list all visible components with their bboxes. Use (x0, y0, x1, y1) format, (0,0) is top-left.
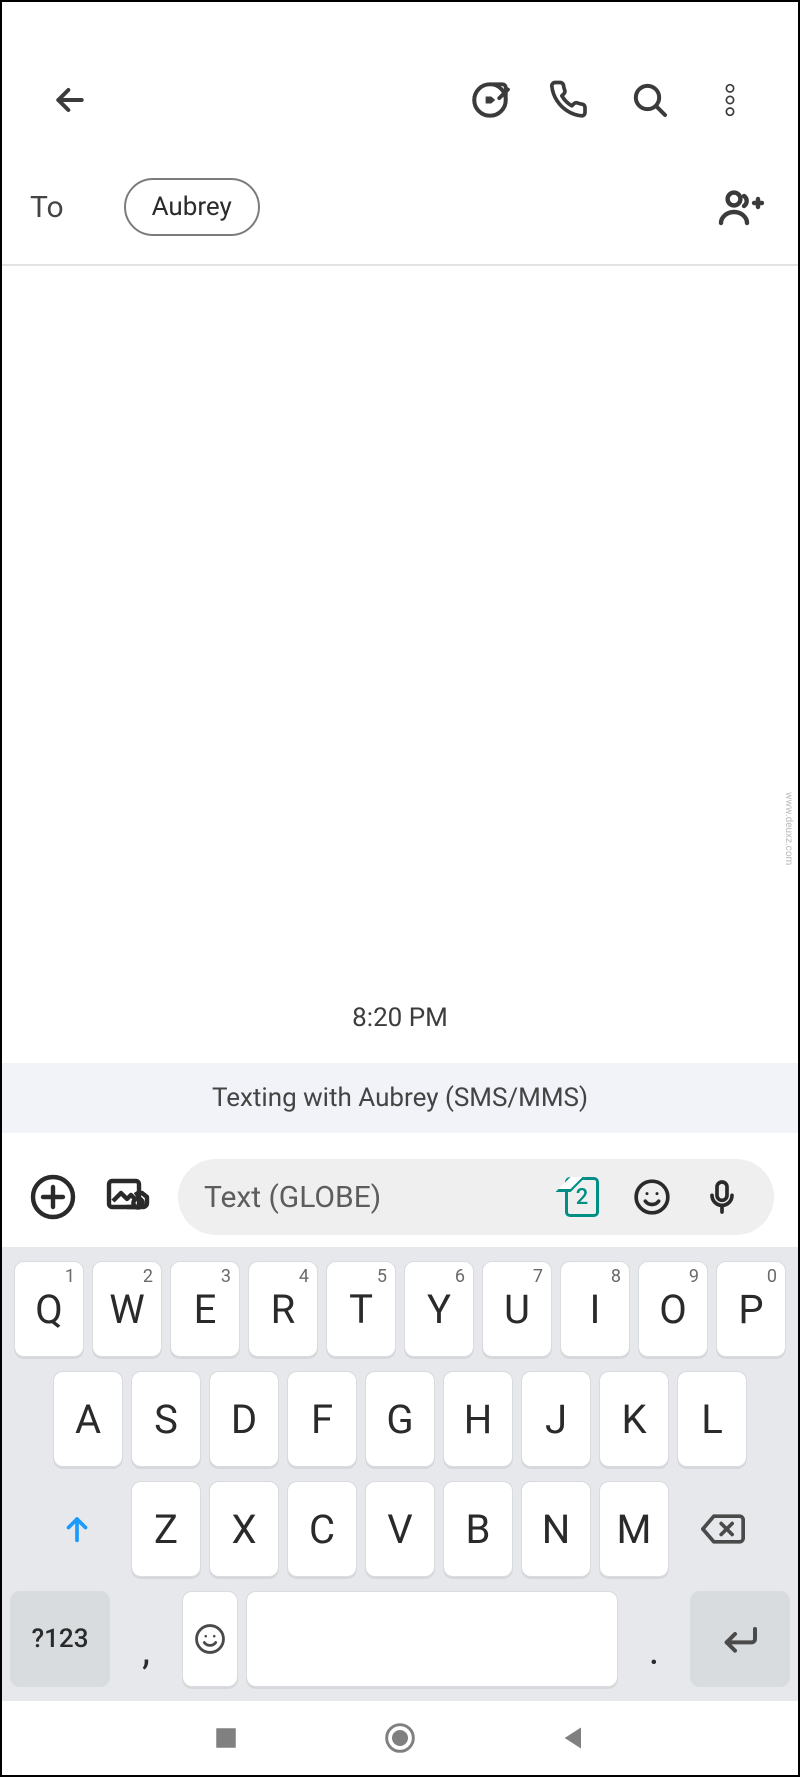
key-k[interactable]: K (599, 1371, 669, 1467)
compose-bar: Text (GLOBE) 2 (2, 1147, 798, 1247)
message-input-placeholder: Text (GLOBE) (202, 1180, 540, 1215)
key-w[interactable]: W2 (92, 1261, 162, 1357)
conversation-area[interactable]: 8:20 PM Texting with Aubrey (SMS/MMS) (2, 266, 798, 1147)
period-key[interactable]: . (626, 1591, 682, 1687)
keyboard-row-3: ZXCVBNM (10, 1481, 790, 1577)
comma-key[interactable]: , (118, 1591, 174, 1687)
key-r[interactable]: R4 (248, 1261, 318, 1357)
sim-number: 2 (576, 1185, 589, 1210)
app-bar (2, 2, 798, 150)
gallery-camera-button[interactable] (102, 1170, 156, 1224)
key-t[interactable]: T5 (326, 1261, 396, 1357)
recipient-row: To Aubrey (2, 150, 798, 266)
conversation-info-banner: Texting with Aubrey (SMS/MMS) (2, 1063, 798, 1133)
key-m[interactable]: M (599, 1481, 669, 1577)
key-p[interactable]: P0 (716, 1261, 786, 1357)
key-o[interactable]: O9 (638, 1261, 708, 1357)
key-e[interactable]: E3 (170, 1261, 240, 1357)
phone-call-button[interactable] (530, 72, 610, 128)
message-input[interactable]: Text (GLOBE) 2 (178, 1159, 774, 1235)
key-s[interactable]: S (131, 1371, 201, 1467)
key-z[interactable]: Z (131, 1481, 201, 1577)
key-n[interactable]: N (521, 1481, 591, 1577)
keyboard-row-2: ASDFGHJKL (10, 1371, 790, 1467)
backspace-key[interactable] (677, 1481, 769, 1577)
watermark: www.deuxz.com (783, 792, 794, 865)
key-b[interactable]: B (443, 1481, 513, 1577)
key-a[interactable]: A (53, 1371, 123, 1467)
search-button[interactable] (610, 72, 690, 128)
key-g[interactable]: G (365, 1371, 435, 1467)
key-d[interactable]: D (209, 1371, 279, 1467)
key-j[interactable]: J (521, 1371, 591, 1467)
enter-key[interactable] (690, 1591, 790, 1687)
system-nav-bar (2, 1701, 798, 1775)
key-v[interactable]: V (365, 1481, 435, 1577)
key-f[interactable]: F (287, 1371, 357, 1467)
to-label: To (30, 190, 64, 225)
emoji-key[interactable] (182, 1591, 238, 1687)
home-button[interactable] (360, 1716, 440, 1760)
key-x[interactable]: X (209, 1481, 279, 1577)
more-options-button[interactable] (690, 72, 770, 128)
key-c[interactable]: C (287, 1481, 357, 1577)
key-y[interactable]: Y6 (404, 1261, 474, 1357)
mic-button[interactable] (694, 1169, 750, 1225)
attach-button[interactable] (26, 1170, 80, 1224)
recent-apps-button[interactable] (186, 1716, 266, 1760)
keyboard-row-4: ?123 , . (10, 1591, 790, 1687)
conversation-timestamp: 8:20 PM (2, 985, 798, 1063)
recipient-chip[interactable]: Aubrey (124, 178, 260, 236)
keyboard-row-1: Q1W2E3R4T5Y6U7I8O9P0 (10, 1261, 790, 1357)
sim-selector-button[interactable]: 2 (554, 1169, 610, 1225)
key-h[interactable]: H (443, 1371, 513, 1467)
key-i[interactable]: I8 (560, 1261, 630, 1357)
shift-key[interactable] (31, 1481, 123, 1577)
emoji-button[interactable] (624, 1169, 680, 1225)
back-nav-button[interactable] (534, 1716, 614, 1760)
back-button[interactable] (30, 72, 110, 128)
recipient-chip-text: Aubrey (152, 192, 232, 222)
key-l[interactable]: L (677, 1371, 747, 1467)
symbols-key[interactable]: ?123 (10, 1591, 110, 1687)
add-recipient-button[interactable] (710, 177, 770, 237)
video-call-button[interactable] (450, 72, 530, 128)
key-q[interactable]: Q1 (14, 1261, 84, 1357)
keyboard: Q1W2E3R4T5Y6U7I8O9P0 ASDFGHJKL ZXCVBNM ?… (2, 1247, 798, 1701)
space-key[interactable] (246, 1591, 618, 1687)
key-u[interactable]: U7 (482, 1261, 552, 1357)
